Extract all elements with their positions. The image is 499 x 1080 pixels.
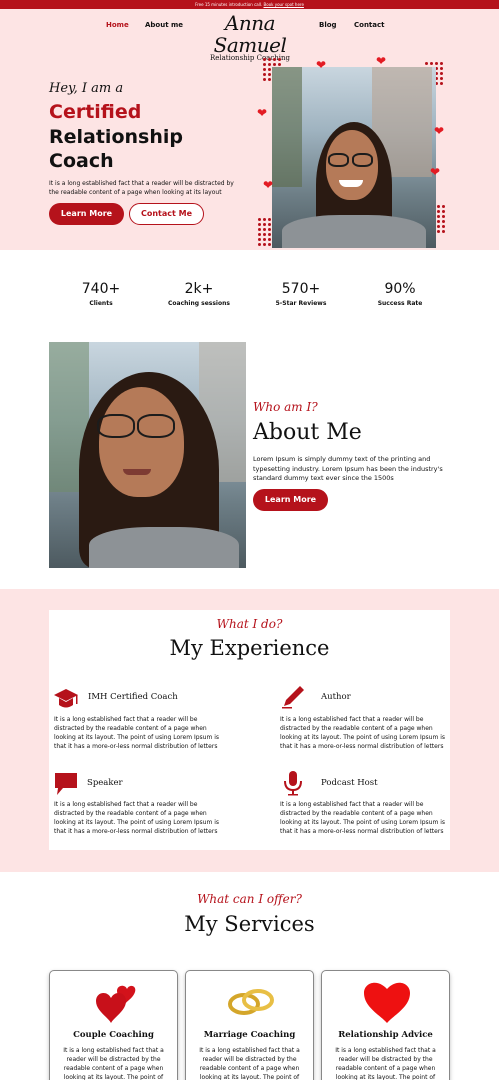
stat-label: Coaching sessions	[168, 300, 230, 307]
stat-value: 90%	[384, 281, 416, 297]
experience-item-text: It is a long established fact that a rea…	[280, 801, 446, 835]
stat-label: 5-Star Reviews	[275, 300, 327, 307]
hero-portrait-photo	[272, 67, 436, 248]
heart-icon	[364, 982, 410, 1023]
heart-icon: ❤	[430, 165, 441, 179]
hero-greeting: Hey, I am a	[49, 81, 124, 96]
experience-item-title: Author	[321, 692, 351, 702]
logo-subtitle: Relationship Coaching	[209, 54, 291, 62]
graduation-cap-icon	[54, 689, 78, 708]
book-spot-link[interactable]: Book your spot here	[264, 2, 304, 7]
heart-icon: ❤	[316, 58, 327, 72]
stat-clients: 740+ Clients	[51, 281, 151, 307]
service-card-advice[interactable]: Relationship Advice It is a long establi…	[321, 970, 450, 1080]
speech-bubble-icon	[55, 773, 77, 795]
experience-eyebrow: What I do?	[216, 617, 283, 631]
announcement-bar: Free 15 minutes introduction call. Book …	[0, 0, 499, 9]
about-paragraph: Lorem Ipsum is simply dummy text of the …	[253, 455, 443, 482]
about-eyebrow: Who am I?	[253, 400, 318, 414]
microphone-icon	[284, 771, 302, 796]
hero-contact-me-button[interactable]: Contact Me	[129, 203, 204, 225]
experience-item-text: It is a long established fact that a rea…	[280, 716, 446, 750]
heart-icon: ❤	[376, 54, 387, 68]
experience-item-title: IMH Certified Coach	[88, 692, 178, 702]
stat-reviews: 570+ 5-Star Reviews	[251, 281, 351, 307]
service-title: Couple Coaching	[73, 1030, 154, 1040]
service-title: Relationship Advice	[338, 1030, 433, 1040]
main-nav: Home About me Anna Samuel Relationship C…	[0, 12, 499, 62]
stat-value: 740+	[81, 281, 121, 297]
nav-home[interactable]: Home	[106, 21, 129, 29]
two-hearts-icon	[96, 985, 136, 1023]
about-portrait-photo	[49, 342, 246, 568]
decorative-dots-bottom-right	[437, 205, 445, 233]
stat-sessions: 2k+ Coaching sessions	[149, 281, 249, 307]
heart-icon: ❤	[434, 124, 445, 138]
nav-contact[interactable]: Contact	[354, 21, 385, 29]
hero-paragraph: It is a long established fact that a rea…	[49, 180, 234, 196]
experience-item-title: Podcast Host	[321, 778, 378, 788]
hero-title-coach: Coach	[49, 150, 114, 172]
nav-blog[interactable]: Blog	[319, 21, 337, 29]
nav-about[interactable]: About me	[145, 21, 183, 29]
service-title: Marriage Coaching	[203, 1030, 296, 1040]
announcement-text: Free 15 minutes introduction call.	[195, 2, 263, 7]
experience-item-text: It is a long established fact that a rea…	[54, 801, 220, 835]
logo-name: Anna Samuel	[213, 11, 287, 57]
about-learn-more-button[interactable]: Learn More	[253, 489, 328, 511]
decorative-dots-bottom-left	[258, 218, 271, 246]
stat-label: Success Rate	[377, 300, 423, 307]
heart-icon: ❤	[263, 178, 274, 192]
pen-icon	[282, 686, 304, 709]
stat-label: Clients	[89, 300, 113, 307]
stat-success-rate: 90% Success Rate	[350, 281, 450, 307]
hero-title-relationship: Relationship	[49, 126, 183, 148]
hero-learn-more-button[interactable]: Learn More	[49, 203, 124, 225]
about-heading: About Me	[253, 420, 362, 445]
stat-value: 2k+	[184, 281, 214, 297]
service-text: It is a long established fact that a rea…	[199, 1047, 300, 1080]
service-text: It is a long established fact that a rea…	[335, 1047, 436, 1080]
service-text: It is a long established fact that a rea…	[63, 1047, 164, 1080]
heart-icon: ❤	[257, 106, 268, 120]
wedding-rings-icon	[228, 989, 274, 1015]
stat-value: 570+	[281, 281, 321, 297]
experience-heading: My Experience	[169, 636, 330, 660]
services-heading: My Services	[184, 912, 315, 936]
hero-title-certified: Certified	[49, 101, 142, 123]
services-eyebrow: What can I offer?	[197, 892, 302, 906]
service-card-marriage[interactable]: Marriage Coaching It is a long establish…	[185, 970, 314, 1080]
service-card-couple[interactable]: Couple Coaching It is a long established…	[49, 970, 178, 1080]
experience-item-text: It is a long established fact that a rea…	[54, 716, 220, 750]
site-logo[interactable]: Anna Samuel Relationship Coaching	[190, 12, 310, 62]
experience-item-title: Speaker	[87, 778, 123, 788]
